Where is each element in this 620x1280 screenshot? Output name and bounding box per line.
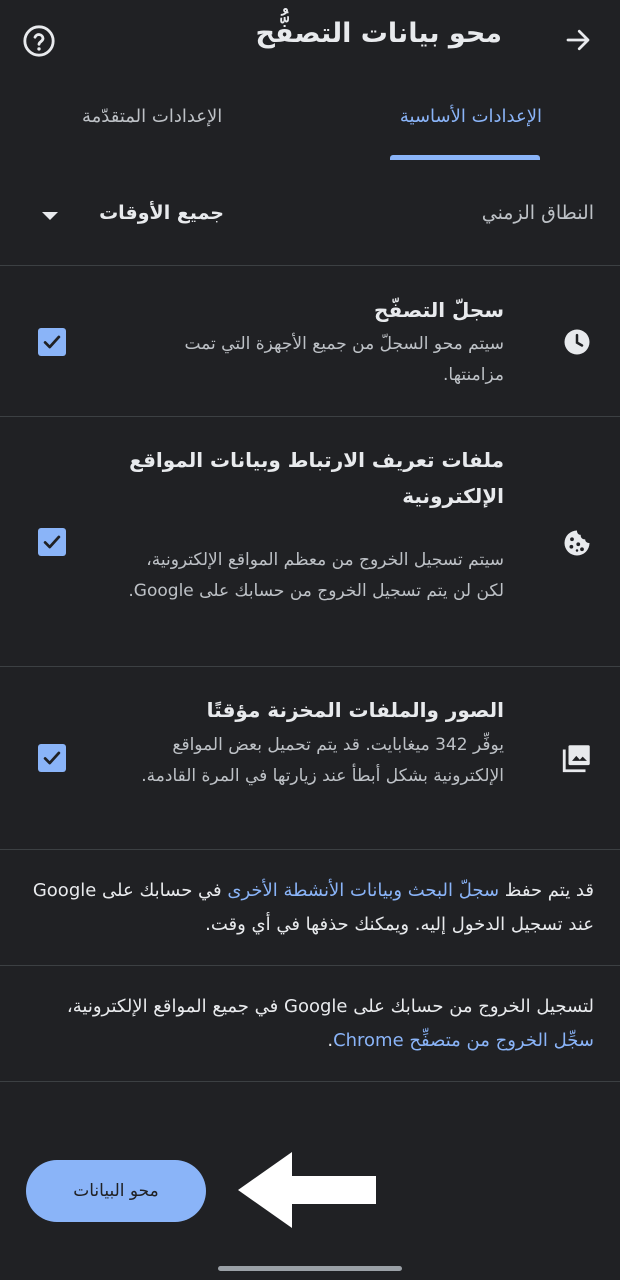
sign-out-info: لتسجيل الخروج من حسابك على Google في جمي… <box>24 990 594 1058</box>
top-app-bar: محو بيانات التصفُّح <box>0 0 620 80</box>
search-history-info: قد يتم حفظ سجلّ البحث وبيانات الأنشطة ال… <box>24 874 594 942</box>
cached-images-description: يوفِّر 342 ميغابايت. قد يتم تحميل بعض ال… <box>141 735 504 786</box>
check-icon <box>43 751 61 765</box>
clear-data-button[interactable]: محو البيانات <box>26 1160 206 1222</box>
check-icon <box>43 535 61 549</box>
info-text: قد يتم حفظ <box>499 880 594 901</box>
browsing-history-title: سجلّ التصفّح <box>374 298 504 322</box>
help-circle-icon <box>23 25 55 57</box>
divider <box>0 265 620 266</box>
divider <box>0 965 620 966</box>
time-range-selector[interactable]: النطاق الزمني جميع الأوقات <box>0 190 620 250</box>
tab-bar: الإعدادات الأساسية الإعدادات المتقدّمة <box>0 92 620 162</box>
tab-indicator <box>390 155 540 160</box>
tab-advanced-settings[interactable]: الإعدادات المتقدّمة <box>82 106 222 127</box>
time-range-label: النطاق الزمني <box>481 202 594 224</box>
browsing-history-description: سيتم محو السجلّ من جميع الأجهزة التي تمت… <box>184 334 505 385</box>
arrow-back-icon <box>566 29 590 51</box>
home-indicator[interactable] <box>218 1266 402 1271</box>
divider <box>0 849 620 850</box>
pointing-arrow-icon <box>238 1152 376 1228</box>
clock-icon <box>560 325 594 359</box>
info-text: لتسجيل الخروج من حسابك على Google في جمي… <box>66 996 594 1017</box>
help-button[interactable] <box>20 22 58 60</box>
cookies-title: ملفات تعريف الارتباط وبيانات المواقع الإ… <box>129 448 504 508</box>
divider <box>0 666 620 667</box>
cookie-icon <box>560 526 594 560</box>
time-range-value[interactable]: جميع الأوقات <box>99 202 224 224</box>
divider <box>0 416 620 417</box>
cached-images-checkbox[interactable] <box>38 744 66 772</box>
image-gallery-icon <box>560 741 594 775</box>
cached-images-title: الصور والملفات المخزنة مؤقتًا <box>206 698 504 722</box>
cookies-description: سيتم تسجيل الخروج من معظم المواقع الإلكت… <box>128 550 504 601</box>
browsing-history-checkbox[interactable] <box>38 328 66 356</box>
tab-basic-settings[interactable]: الإعدادات الأساسية <box>400 106 542 127</box>
back-button[interactable] <box>558 20 598 60</box>
dropdown-arrow-icon[interactable] <box>42 212 58 220</box>
cookies-checkbox[interactable] <box>38 528 66 556</box>
page-title: محو بيانات التصفُّح <box>255 18 502 49</box>
check-icon <box>43 335 61 349</box>
sign-out-chrome-link[interactable]: سجِّل الخروج من متصفِّح Chrome <box>333 1030 594 1051</box>
search-history-link[interactable]: سجلّ البحث وبيانات الأنشطة الأخرى <box>227 880 499 901</box>
divider <box>0 1081 620 1082</box>
